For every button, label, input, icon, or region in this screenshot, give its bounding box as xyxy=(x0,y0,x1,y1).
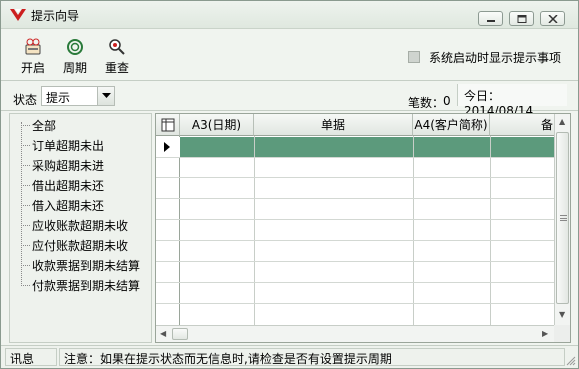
message-label: 讯息 xyxy=(10,352,35,366)
today-date: 今日：2014/08/14 xyxy=(457,84,567,118)
horizontal-scrollbar[interactable]: ◀ ▶ xyxy=(156,325,556,342)
column-header-remark[interactable]: 备 xyxy=(490,114,556,136)
tree-branch xyxy=(21,285,30,286)
tree-item-label: 付款票据到期未结算 xyxy=(32,279,141,293)
grid-corner-header[interactable] xyxy=(156,114,180,136)
scrollbar-corner xyxy=(554,325,570,342)
tree-item-purchase-overdue[interactable]: 采购超期未进 xyxy=(21,157,105,173)
tree-branch xyxy=(21,185,30,186)
grid-line xyxy=(156,157,556,158)
minimize-icon xyxy=(487,20,495,22)
grid-line xyxy=(156,303,556,304)
scroll-right-icon[interactable]: ▶ xyxy=(542,329,548,338)
status-row: 状态 提示 笔数： 0 今日：2014/08/14 xyxy=(1,81,578,118)
tree-branch xyxy=(21,165,30,166)
tree-branch xyxy=(21,125,30,126)
column-header-date[interactable]: A3(日期) xyxy=(180,114,254,136)
scroll-down-icon[interactable]: ▼ xyxy=(559,310,565,319)
horizontal-scroll-thumb[interactable] xyxy=(172,328,188,340)
period-label: 周期 xyxy=(62,61,87,75)
tree-item-payable-overdue[interactable]: 应付账款超期未收 xyxy=(21,237,129,253)
tree-item-order-overdue[interactable]: 订单超期未出 xyxy=(21,137,105,153)
tree-item-lend-overdue[interactable]: 借出超期未还 xyxy=(21,177,105,193)
tree-item-notes-payable[interactable]: 付款票据到期未结算 xyxy=(21,277,141,293)
status-bar: 讯息 注意：如果在提示状态而无信息时,请检查是否有设置提示周期 xyxy=(1,345,578,368)
tree-branch xyxy=(21,205,30,206)
title-bar[interactable]: 提示向导 xyxy=(1,1,578,29)
tree-item-borrow-overdue[interactable]: 借入超期未还 xyxy=(21,197,105,213)
minimize-button[interactable] xyxy=(478,11,503,26)
message-label-cell: 讯息 xyxy=(5,348,57,366)
grip-icon xyxy=(560,215,567,221)
grid-line xyxy=(490,136,491,325)
message-text: 注意：如果在提示状态而无信息时,请检查是否有设置提示周期 xyxy=(64,352,392,366)
state-select[interactable]: 提示 xyxy=(41,86,115,106)
period-button[interactable]: 周期 xyxy=(57,35,93,77)
grid-line xyxy=(156,261,556,262)
maximize-icon xyxy=(517,15,527,23)
app-logo-icon xyxy=(10,9,26,21)
tree-item-label: 借入超期未还 xyxy=(32,199,105,213)
recheck-label: 重查 xyxy=(104,61,129,75)
period-icon xyxy=(67,39,83,55)
grid-line xyxy=(413,136,414,325)
chevron-down-icon xyxy=(102,93,111,98)
tree-item-label: 收款票据到期未结算 xyxy=(32,259,141,273)
row-pointer-icon xyxy=(164,142,170,152)
tree-item-label: 全部 xyxy=(32,119,57,133)
tree-item-label: 应付账款超期未收 xyxy=(32,239,129,253)
column-header-document[interactable]: 单据 xyxy=(254,114,413,136)
maximize-button[interactable] xyxy=(509,11,534,26)
startup-show-checkbox[interactable] xyxy=(408,51,420,63)
state-dropdown-button[interactable] xyxy=(97,87,114,105)
tree-item-receivable-overdue[interactable]: 应收账款超期未收 xyxy=(21,217,129,233)
tree-branch xyxy=(21,265,30,266)
open-label: 开启 xyxy=(20,61,45,75)
tree-branch xyxy=(21,225,30,226)
state-label: 状态 xyxy=(13,93,38,107)
tree-item-label: 应收账款超期未收 xyxy=(32,219,129,233)
close-button[interactable] xyxy=(540,11,565,26)
grid-line xyxy=(254,136,255,325)
open-icon xyxy=(25,38,41,55)
prompt-wizard-window: 提示向导 开启 周期 重查 系统启动时显示提示事项 状态 提示 笔数： 0 今日… xyxy=(0,0,579,369)
toolbar: 开启 周期 重查 系统启动时显示提示事项 xyxy=(1,29,578,81)
resize-grip-icon[interactable] xyxy=(566,356,576,366)
tree-connector-line xyxy=(21,122,22,286)
state-value: 提示 xyxy=(46,91,71,105)
tree-item-label: 订单超期未出 xyxy=(32,139,105,153)
tree-item-label: 借出超期未还 xyxy=(32,179,105,193)
count-label: 笔数： xyxy=(408,96,445,110)
prompt-category-tree: 全部 订单超期未出 采购超期未进 借出超期未还 借入超期未还 应收账款超期未收 … xyxy=(9,113,152,343)
current-row-indicator xyxy=(156,137,180,157)
tree-item-all[interactable]: 全部 xyxy=(21,117,57,133)
scroll-up-icon[interactable]: ▲ xyxy=(559,117,565,126)
grid-line xyxy=(156,177,556,178)
tree-item-label: 采购超期未进 xyxy=(32,159,105,173)
grid-line xyxy=(156,219,556,220)
scroll-left-icon[interactable]: ◀ xyxy=(160,329,166,338)
tree-item-notes-receivable[interactable]: 收款票据到期未结算 xyxy=(21,257,141,273)
tree-branch xyxy=(21,245,30,246)
tree-branch xyxy=(21,145,30,146)
vertical-scrollbar[interactable]: ▲ ▼ xyxy=(554,114,570,326)
grid-line xyxy=(156,198,556,199)
row-header-column xyxy=(156,136,180,325)
grid-line xyxy=(156,282,556,283)
vertical-scroll-thumb[interactable] xyxy=(556,132,569,304)
close-icon xyxy=(548,15,558,23)
magnifier-icon xyxy=(109,39,125,55)
column-header-customer[interactable]: A4(客户简称) xyxy=(413,114,490,136)
open-button[interactable]: 开启 xyxy=(15,35,51,77)
count-value: 0 xyxy=(443,94,451,108)
selected-table-row[interactable] xyxy=(180,137,556,157)
message-cell: 注意：如果在提示状态而无信息时,请检查是否有设置提示周期 xyxy=(59,348,565,366)
grid-line xyxy=(156,240,556,241)
prompt-data-grid[interactable]: A3(日期) 单据 A4(客户简称) 备 ▲ ▼ ◀ ▶ xyxy=(155,113,571,343)
startup-show-label: 系统启动时显示提示事项 xyxy=(429,51,562,65)
window-title: 提示向导 xyxy=(31,9,80,23)
grid-columns-icon xyxy=(161,118,174,132)
recheck-button[interactable]: 重查 xyxy=(99,35,135,77)
